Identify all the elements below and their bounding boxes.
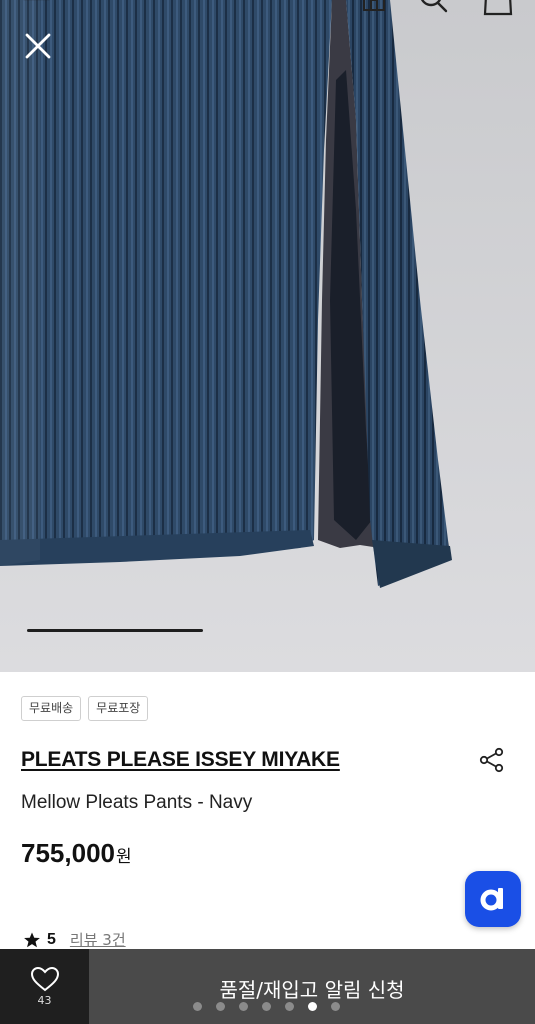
product-price: 755,000 원 (21, 838, 132, 869)
home-button[interactable] (356, 0, 392, 16)
carousel-pagination (193, 1002, 340, 1011)
badge-free-shipping: 무료배송 (21, 696, 82, 721)
review-count-link[interactable]: 리뷰 3건 (70, 929, 126, 950)
close-icon (25, 33, 51, 59)
price-amount: 755,000 (21, 838, 115, 868)
search-button[interactable] (416, 0, 452, 16)
carousel-dot[interactable] (308, 1002, 317, 1011)
cart-button[interactable] (478, 0, 518, 20)
carousel-dot[interactable] (285, 1002, 294, 1011)
like-count: 43 (37, 994, 52, 1007)
price-currency: 원 (115, 847, 132, 867)
d-chat-button[interactable] (465, 871, 521, 927)
brand-link[interactable]: PLEATS PLEASE ISSEY MIYAKE (21, 748, 340, 772)
carousel-dot[interactable] (262, 1002, 271, 1011)
home-icon (363, 0, 385, 11)
search-icon (420, 0, 448, 13)
carousel-dot[interactable] (331, 1002, 340, 1011)
share-icon (479, 747, 504, 773)
back-button[interactable] (16, 0, 56, 16)
d-logo-icon (480, 888, 503, 911)
carousel-dot[interactable] (193, 1002, 202, 1011)
bottom-action-bar: 43 품절/재입고 알림 신청 (0, 949, 535, 1024)
close-button[interactable] (18, 26, 58, 66)
carousel-dot[interactable] (216, 1002, 225, 1011)
shopping-bag-icon (483, 0, 513, 16)
rating-row: 5 리뷰 3건 (23, 929, 126, 950)
like-button[interactable]: 43 (0, 949, 89, 1024)
restock-alert-label: 품절/재입고 알림 신청 (219, 978, 405, 1002)
share-button[interactable] (476, 744, 508, 776)
shipping-badges: 무료배송 무료포장 (21, 696, 149, 721)
badge-free-wrapping: 무료포장 (88, 696, 149, 721)
arrow-left-icon (23, 0, 50, 1)
product-image-carousel[interactable] (0, 0, 535, 672)
image-scroll-indicator (27, 629, 203, 632)
product-photo (0, 0, 535, 672)
rating-value: 5 (47, 930, 56, 948)
product-name: Mellow Pleats Pants - Navy (21, 792, 253, 813)
restock-alert-button[interactable]: 품절/재입고 알림 신청 (89, 949, 535, 1024)
heart-icon (30, 966, 59, 992)
carousel-dot[interactable] (239, 1002, 248, 1011)
star-icon (24, 932, 40, 947)
